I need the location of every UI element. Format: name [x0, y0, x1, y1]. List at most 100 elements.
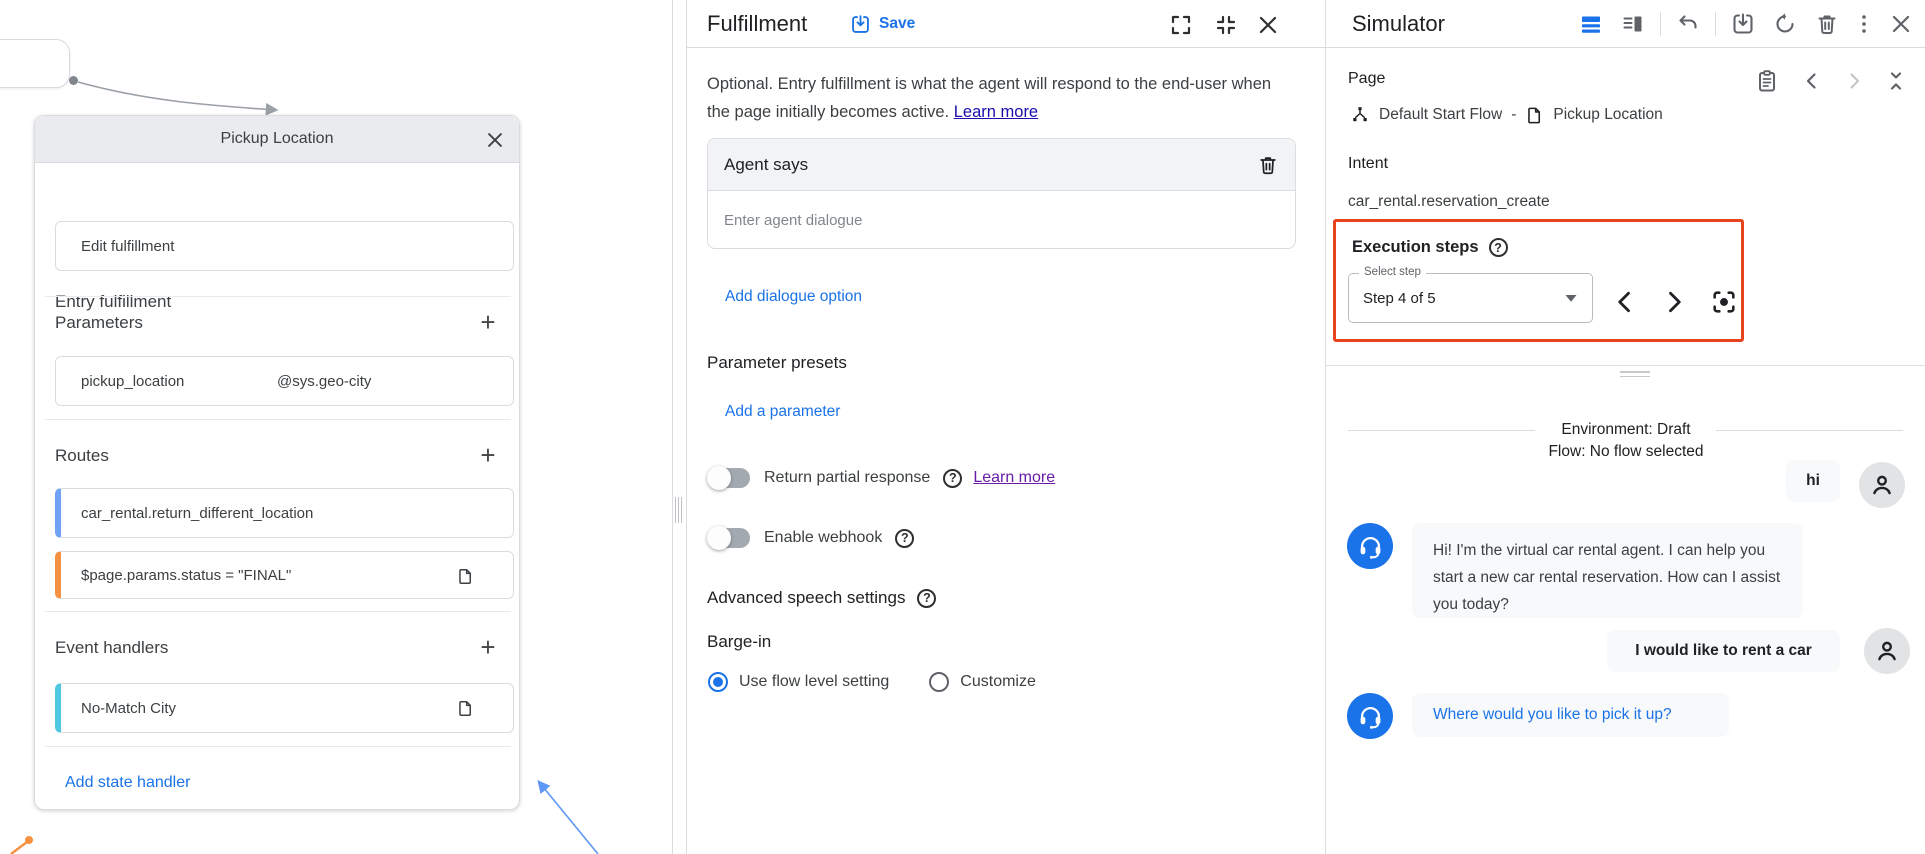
headset-icon	[1357, 703, 1384, 730]
event-handler-text: No-Match City	[61, 700, 176, 717]
help-icon[interactable]: ?	[943, 469, 962, 488]
fullscreen-icon[interactable]	[1169, 13, 1193, 37]
panel-resize-handle[interactable]	[675, 497, 685, 523]
entry-fulfillment-description: Optional. Entry fulfillment is what the …	[707, 71, 1289, 126]
close-icon[interactable]	[1256, 13, 1280, 37]
execution-steps-label: Execution steps	[1352, 238, 1479, 257]
return-partial-response-toggle[interactable]	[710, 468, 750, 488]
undo-icon[interactable]	[1676, 12, 1700, 36]
edit-fulfillment-label: Edit fulfillment	[56, 238, 174, 255]
barge-in-options: Use flow level setting Customize	[708, 672, 1036, 692]
dense-view-icon[interactable]	[1579, 12, 1603, 36]
page-file-icon	[456, 567, 475, 586]
barge-in-heading: Barge-in	[707, 632, 771, 652]
entry-fulfillment-label: Entry fulfillment	[55, 292, 171, 312]
add-dialogue-option-link[interactable]: Add dialogue option	[725, 288, 862, 306]
previous-step-button[interactable]	[1611, 288, 1639, 316]
user-message-text: hi	[1806, 472, 1820, 490]
center-focus-icon[interactable]	[1710, 288, 1738, 316]
flow-start-node[interactable]	[0, 39, 70, 88]
learn-more-link[interactable]: Learn more	[954, 103, 1038, 121]
add-event-handler-plus-icon[interactable]: +	[475, 635, 501, 661]
help-icon[interactable]: ?	[917, 589, 936, 608]
close-icon[interactable]	[484, 129, 506, 151]
add-a-parameter-link[interactable]: Add a parameter	[725, 403, 840, 421]
select-step-value: Step 4 of 5	[1363, 274, 1436, 322]
enable-webhook-toggle[interactable]	[710, 528, 750, 548]
user-avatar	[1864, 628, 1910, 674]
save-conversation-icon[interactable]	[1731, 12, 1755, 36]
add-parameter-plus-icon[interactable]: +	[475, 310, 501, 336]
agent-message-bubble-highlighted: Where would you like to pick it up?	[1412, 693, 1729, 737]
add-state-handler-link[interactable]: Add state handler	[65, 774, 190, 792]
save-button[interactable]: Save	[850, 0, 915, 48]
parameter-entity: @sys.geo-city	[277, 373, 371, 390]
partial-response-learn-more-link[interactable]: Learn more	[973, 469, 1055, 487]
route-row-condition[interactable]: $page.params.status = "FINAL"	[55, 551, 514, 599]
close-icon[interactable]	[1889, 12, 1913, 36]
unfold-less-icon[interactable]	[1884, 69, 1908, 93]
user-message-text: I would like to rent a car	[1635, 642, 1812, 660]
orange-edge-dot	[25, 836, 33, 844]
trash-icon[interactable]	[1257, 154, 1279, 176]
pickup-location-card-header: Pickup Location	[35, 116, 519, 163]
enable-webhook-label: Enable webhook	[764, 529, 882, 547]
chat-resize-handle[interactable]	[1620, 371, 1650, 380]
section-divider	[45, 611, 511, 612]
save-label: Save	[879, 15, 915, 33]
intent-value: car_rental.reservation_create	[1348, 193, 1550, 211]
side-panel-view-icon[interactable]	[1621, 12, 1645, 36]
section-divider	[45, 419, 511, 420]
breadcrumb-separator: -	[1511, 106, 1516, 124]
save-icon	[850, 14, 871, 35]
edge-incoming-blue	[539, 782, 598, 854]
help-icon[interactable]: ?	[895, 529, 914, 548]
event-handler-row[interactable]: No-Match City	[55, 683, 514, 733]
next-step-button[interactable]	[1660, 288, 1688, 316]
fulfillment-header: Fulfillment Save	[687, 0, 1325, 48]
edge-outgoing-orange	[11, 842, 27, 854]
page-card-title: Pickup Location	[221, 130, 334, 148]
flow-canvas[interactable]: Pickup Location Entry fulfillment Edit f…	[0, 0, 686, 854]
customize-radio[interactable]	[929, 672, 949, 692]
execution-steps-section: Execution steps ? Select step Step 4 of …	[1333, 219, 1744, 342]
parameters-label: Parameters	[55, 313, 143, 333]
page-section-icons	[1743, 69, 1912, 93]
edit-fulfillment-button[interactable]: Edit fulfillment	[55, 221, 514, 271]
breadcrumb-page[interactable]: Pickup Location	[1553, 106, 1662, 124]
agent-says-header: Agent says	[708, 139, 1295, 191]
trash-icon[interactable]	[1815, 12, 1839, 36]
use-flow-level-setting-radio[interactable]	[708, 672, 728, 692]
environment-status: Environment: Draft	[1476, 421, 1776, 439]
enable-webhook-row: Enable webhook ?	[710, 528, 914, 548]
clipboard-icon[interactable]	[1755, 69, 1779, 93]
select-step-dropdown[interactable]: Select step Step 4 of 5	[1348, 273, 1593, 323]
agent-dialogue-input[interactable]: Enter agent dialogue	[724, 191, 862, 250]
route-row-intent[interactable]: car_rental.return_different_location	[55, 488, 514, 538]
chevron-left-icon[interactable]	[1800, 69, 1824, 93]
agent-says-card: Agent says Enter agent dialogue	[707, 138, 1296, 249]
fullscreen-exit-icon[interactable]	[1214, 13, 1238, 37]
chevron-right-icon[interactable]	[1842, 69, 1866, 93]
toolbar-divider	[1715, 12, 1716, 36]
return-partial-response-row: Return partial response ? Learn more	[710, 468, 1055, 488]
canvas-right-edge	[672, 0, 673, 854]
add-route-plus-icon[interactable]: +	[475, 443, 501, 469]
help-icon[interactable]: ?	[1489, 238, 1508, 257]
intent-label: Intent	[1348, 155, 1388, 173]
return-partial-response-label: Return partial response	[764, 469, 930, 487]
restart-icon[interactable]	[1773, 12, 1797, 36]
pickup-location-card: Pickup Location Entry fulfillment Edit f…	[34, 115, 520, 810]
agent-avatar	[1347, 523, 1393, 569]
customize-label: Customize	[960, 673, 1036, 691]
page-section-label: Page	[1348, 70, 1385, 88]
person-icon	[1869, 472, 1895, 498]
page-file-icon	[456, 699, 475, 718]
breadcrumb-flow[interactable]: Default Start Flow	[1379, 106, 1502, 124]
flow-status: Flow: No flow selected	[1476, 443, 1776, 461]
more-options-icon[interactable]	[1852, 12, 1876, 36]
routes-label: Routes	[55, 446, 109, 466]
fulfillment-title: Fulfillment	[707, 11, 807, 37]
parameter-row[interactable]: pickup_location @sys.geo-city	[55, 356, 514, 406]
route-intent-text: car_rental.return_different_location	[61, 505, 313, 522]
